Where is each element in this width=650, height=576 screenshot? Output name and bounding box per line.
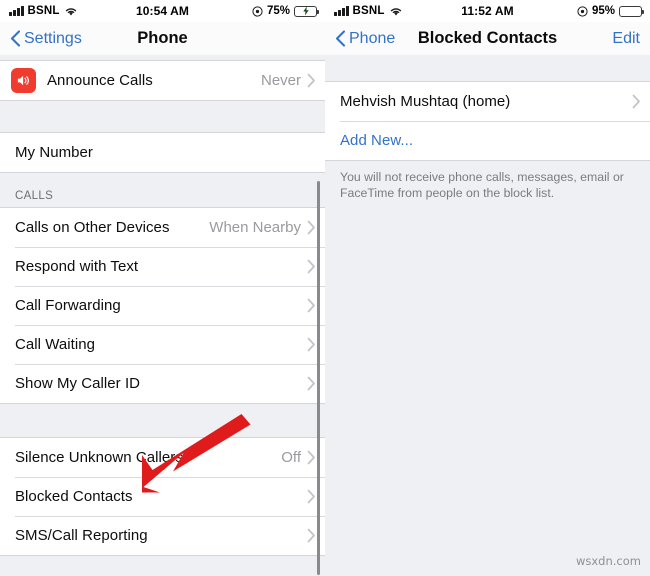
status-bar-left-group: BSNL <box>9 5 78 17</box>
group-gap <box>0 404 325 437</box>
right-status-bar: BSNL 11:52 AM 95% <box>325 0 650 22</box>
row-blocked-contacts[interactable]: Blocked Contacts <box>0 477 325 516</box>
row-my-number[interactable]: My Number <box>0 133 325 172</box>
status-bar-left-group: BSNL <box>334 5 403 17</box>
chevron-right-icon <box>307 220 315 235</box>
row-value: Never <box>260 72 301 89</box>
edit-button[interactable]: Edit <box>612 30 640 48</box>
section-header-calls-wrap: CALLS <box>0 173 325 207</box>
carrier-label: BSNL <box>352 5 385 17</box>
section-announce: Announce Calls Never <box>0 60 325 101</box>
section-blocked-list: Mehvish Mushtaq (home) Add New... <box>325 81 650 161</box>
section-blocking: Silence Unknown Callers Off Blocked Cont… <box>0 437 325 556</box>
location-icon <box>577 5 588 17</box>
speaker-wave-icon <box>11 68 36 93</box>
chevron-right-icon <box>307 528 315 543</box>
back-button-phone[interactable]: Phone <box>335 30 395 48</box>
section-calls: Calls on Other Devices When Nearby Respo… <box>0 207 325 404</box>
chevron-right-icon <box>307 337 315 352</box>
section-my-number: My Number <box>0 132 325 173</box>
chevron-left-icon <box>10 30 21 47</box>
chevron-right-icon <box>307 73 315 88</box>
row-announce-calls[interactable]: Announce Calls Never <box>0 61 325 100</box>
back-button-label: Phone <box>349 29 396 47</box>
signal-bars-icon <box>9 6 24 16</box>
carrier-label: BSNL <box>27 5 60 17</box>
row-label: Blocked Contacts <box>15 488 133 505</box>
chevron-right-icon <box>307 376 315 391</box>
row-respond-with-text[interactable]: Respond with Text <box>0 247 325 286</box>
chevron-right-icon <box>307 259 315 274</box>
row-label: SMS/Call Reporting <box>15 527 148 544</box>
row-label: Silence Unknown Callers <box>15 449 183 466</box>
chevron-right-icon <box>307 298 315 313</box>
section-header-calls: CALLS <box>15 190 54 202</box>
row-call-forwarding[interactable]: Call Forwarding <box>0 286 325 325</box>
group-gap <box>0 101 325 132</box>
back-button-label: Settings <box>24 29 82 47</box>
row-silence-unknown-callers[interactable]: Silence Unknown Callers Off <box>0 438 325 477</box>
vertical-scrollbar[interactable] <box>317 181 320 575</box>
row-label: Calls on Other Devices <box>15 219 170 236</box>
wifi-icon <box>65 7 76 16</box>
signal-bars-icon <box>334 6 349 16</box>
group-gap <box>325 55 650 81</box>
dual-screenshot-container: BSNL 10:54 AM 75% Settings Phone Announc… <box>0 0 650 576</box>
row-label: Call Forwarding <box>15 297 121 314</box>
status-bar-right-group: 75% <box>252 5 320 17</box>
row-call-waiting[interactable]: Call Waiting <box>0 325 325 364</box>
battery-percent-label: 95% <box>591 5 615 17</box>
row-label: Show My Caller ID <box>15 375 141 392</box>
row-add-new[interactable]: Add New... <box>325 121 650 160</box>
row-value: When Nearby <box>209 219 301 236</box>
row-calls-on-other-devices[interactable]: Calls on Other Devices When Nearby <box>0 208 325 247</box>
wifi-icon <box>390 7 401 16</box>
row-blocked-contact[interactable]: Mehvish Mushtaq (home) <box>325 82 650 121</box>
chevron-right-icon <box>632 94 640 109</box>
battery-percent-label: 75% <box>266 5 290 17</box>
right-phone-screen: BSNL 11:52 AM 95% Phone Blocked Contacts… <box>325 0 650 576</box>
block-list-footnote: You will not receive phone calls, messag… <box>340 170 624 201</box>
row-label: My Number <box>15 144 93 161</box>
chevron-left-icon <box>335 30 346 47</box>
chevron-right-icon <box>307 450 315 465</box>
watermark: wsxdn.com <box>575 554 641 568</box>
row-label: Respond with Text <box>15 258 139 275</box>
row-label: Announce Calls <box>47 72 153 89</box>
status-bar-right-group: 95% <box>577 5 645 17</box>
left-nav-bar: Settings Phone <box>0 22 325 55</box>
charging-bolt-icon <box>302 6 309 16</box>
row-label: Call Waiting <box>15 336 96 353</box>
left-phone-screen: BSNL 10:54 AM 75% Settings Phone Announc… <box>0 0 325 576</box>
row-show-my-caller-id[interactable]: Show My Caller ID <box>0 364 325 403</box>
left-status-bar: BSNL 10:54 AM 75% <box>0 0 325 22</box>
row-label: Add New... <box>340 132 414 149</box>
right-nav-bar: Phone Blocked Contacts Edit <box>325 22 650 55</box>
chevron-right-icon <box>307 489 315 504</box>
back-button-settings[interactable]: Settings <box>10 30 82 48</box>
battery-icon <box>619 5 645 17</box>
battery-icon <box>294 5 320 17</box>
row-label: Mehvish Mushtaq (home) <box>340 93 511 110</box>
row-value: Off <box>281 449 301 466</box>
row-sms-call-reporting[interactable]: SMS/Call Reporting <box>0 516 325 555</box>
location-icon <box>252 5 263 17</box>
